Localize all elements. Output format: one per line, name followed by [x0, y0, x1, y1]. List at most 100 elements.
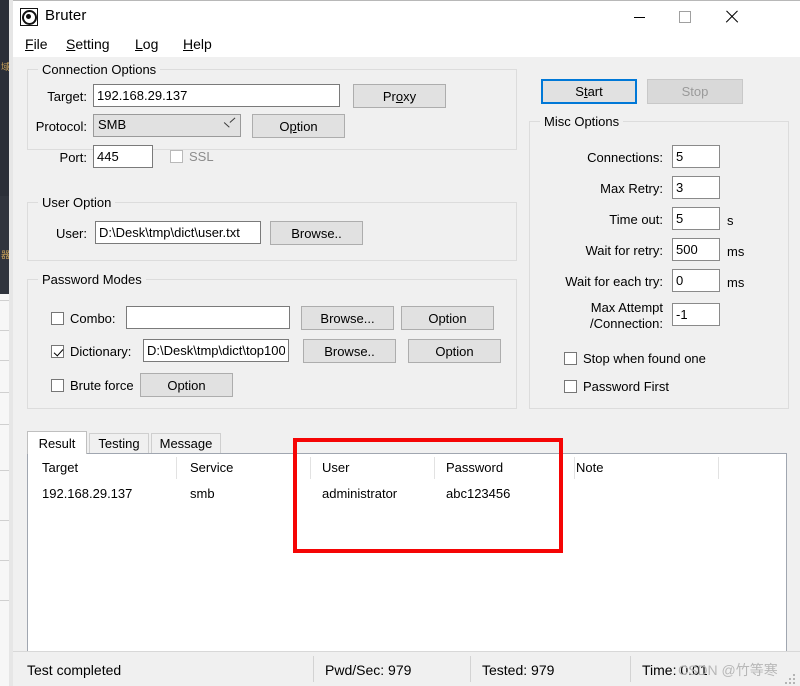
status-message: Test completed [27, 662, 122, 678]
combo-browse-button[interactable]: Browse... [301, 306, 394, 330]
checkbox-box [564, 380, 577, 393]
wait-for-retry-input[interactable] [672, 238, 720, 261]
column-divider[interactable] [434, 457, 435, 479]
user-option-legend: User Option [38, 195, 116, 210]
menu-file[interactable]: File [25, 36, 48, 52]
port-label: Port: [59, 150, 87, 165]
dictionary-label: Dictionary: [70, 344, 132, 359]
brute-force-label: Brute force [70, 378, 134, 393]
tab-message[interactable]: Message [151, 433, 221, 453]
table-row[interactable]: 192.168.29.137 smb administrator abc1234… [28, 483, 786, 507]
user-file-input[interactable] [95, 221, 261, 244]
tab-strip: Result Testing Message [27, 431, 787, 454]
bruter-window: Bruter File Setting Log Help Connection … [13, 0, 800, 686]
menu-setting[interactable]: Setting [66, 36, 110, 52]
maximize-icon [679, 10, 691, 23]
stop-button[interactable]: Stop [647, 79, 743, 104]
column-header-service[interactable]: Service [190, 460, 233, 475]
status-pwd-sec: Pwd/Sec: 979 [325, 662, 412, 678]
connections-input[interactable] [672, 145, 720, 168]
time-out-input[interactable] [672, 207, 720, 230]
column-header-user[interactable]: User [322, 460, 349, 475]
column-divider[interactable] [718, 457, 719, 479]
column-divider[interactable] [176, 457, 177, 479]
connection-options-legend: Connection Options [38, 62, 161, 77]
brute-force-checkbox[interactable]: Brute force [51, 378, 134, 393]
combo-label: Combo: [70, 311, 116, 326]
start-button[interactable]: St art [541, 79, 637, 104]
password-first-checkbox[interactable]: Password First [564, 379, 669, 394]
background-window-strip: 域 器 [0, 0, 13, 686]
max-attempt-label-line2: /Connection: [590, 316, 663, 331]
tab-result[interactable]: Result [27, 431, 87, 454]
title-bar: Bruter [13, 1, 800, 33]
resize-grip-icon[interactable] [783, 672, 797, 686]
wait-for-retry-unit: ms [727, 244, 745, 259]
status-divider [313, 656, 314, 682]
column-header-note[interactable]: Note [576, 460, 603, 475]
protocol-value: SMB [98, 117, 127, 132]
password-first-label: Password First [583, 379, 669, 394]
checkbox-box [170, 150, 183, 163]
tab-testing[interactable]: Testing [89, 433, 149, 453]
max-retry-input[interactable] [672, 176, 720, 199]
time-out-label: Time out: [609, 212, 663, 227]
target-icon [20, 8, 38, 26]
cell-password: abc123456 [446, 486, 511, 501]
chevron-down-icon [224, 122, 232, 130]
time-out-unit: s [727, 213, 734, 228]
status-divider [470, 656, 471, 682]
protocol-option-button[interactable]: Op tion [252, 114, 345, 138]
protocol-label: Protocol: [35, 119, 87, 134]
dictionary-checkbox[interactable]: Dictionary: [51, 344, 131, 359]
checkbox-box [51, 312, 64, 325]
stop-when-found-label: Stop when found one [583, 351, 706, 366]
stop-when-found-checkbox[interactable]: Stop when found one [564, 351, 706, 366]
minimize-button[interactable] [616, 1, 662, 32]
target-input[interactable] [93, 84, 340, 107]
combo-file-input[interactable] [126, 306, 290, 329]
column-divider[interactable] [310, 457, 311, 479]
wait-for-retry-label: Wait for retry: [585, 243, 663, 258]
column-header-target[interactable]: Target [42, 460, 78, 475]
column-header-password[interactable]: Password [446, 460, 503, 475]
protocol-select[interactable]: SMB [93, 114, 241, 137]
dictionary-browse-button[interactable]: Browse.. [303, 339, 396, 363]
user-browse-button[interactable]: Browse.. [270, 221, 363, 245]
status-divider [630, 656, 631, 682]
dictionary-option-button[interactable]: Option [408, 339, 501, 363]
max-retry-label: Max Retry: [600, 181, 663, 196]
cell-user: administrator [322, 486, 398, 501]
target-label: Target: [47, 89, 87, 104]
menu-help[interactable]: Help [183, 36, 212, 52]
proxy-button[interactable]: Pr o xy [353, 84, 446, 108]
wait-for-each-try-input[interactable] [672, 269, 720, 292]
misc-options-legend: Misc Options [540, 114, 624, 129]
ssl-checkbox[interactable]: SSL [170, 149, 214, 164]
status-bar: Test completed Pwd/Sec: 979 Tested: 979 … [13, 651, 800, 686]
wait-for-each-try-label: Wait for each try: [565, 274, 663, 289]
minimize-icon [633, 16, 645, 18]
cell-target: 192.168.29.137 [42, 486, 133, 501]
dictionary-file-input[interactable] [143, 339, 289, 362]
maximize-button[interactable] [662, 1, 708, 32]
screen: 域 器 Bruter File Setting Log Help Connect… [0, 0, 800, 686]
close-button[interactable] [708, 1, 754, 32]
menu-bar: File Setting Log Help [13, 33, 800, 57]
close-icon [724, 10, 738, 24]
combo-checkbox[interactable]: Combo: [51, 311, 116, 326]
ssl-label: SSL [189, 149, 214, 164]
user-label: User: [55, 226, 87, 241]
column-divider[interactable] [574, 457, 575, 479]
combo-option-button[interactable]: Option [401, 306, 494, 330]
password-modes-legend: Password Modes [38, 272, 146, 287]
port-input[interactable] [93, 145, 153, 168]
status-time: Time: 0:01 [642, 662, 708, 678]
brute-force-option-button[interactable]: Option [140, 373, 233, 397]
menu-log[interactable]: Log [135, 36, 158, 52]
max-attempt-label-line1: Max Attempt [590, 300, 663, 315]
max-attempt-input[interactable] [672, 303, 720, 326]
wait-for-each-try-unit: ms [727, 275, 745, 290]
cell-service: smb [190, 486, 215, 501]
client-area: Connection Options Target: Proxy Protoco… [13, 57, 800, 686]
